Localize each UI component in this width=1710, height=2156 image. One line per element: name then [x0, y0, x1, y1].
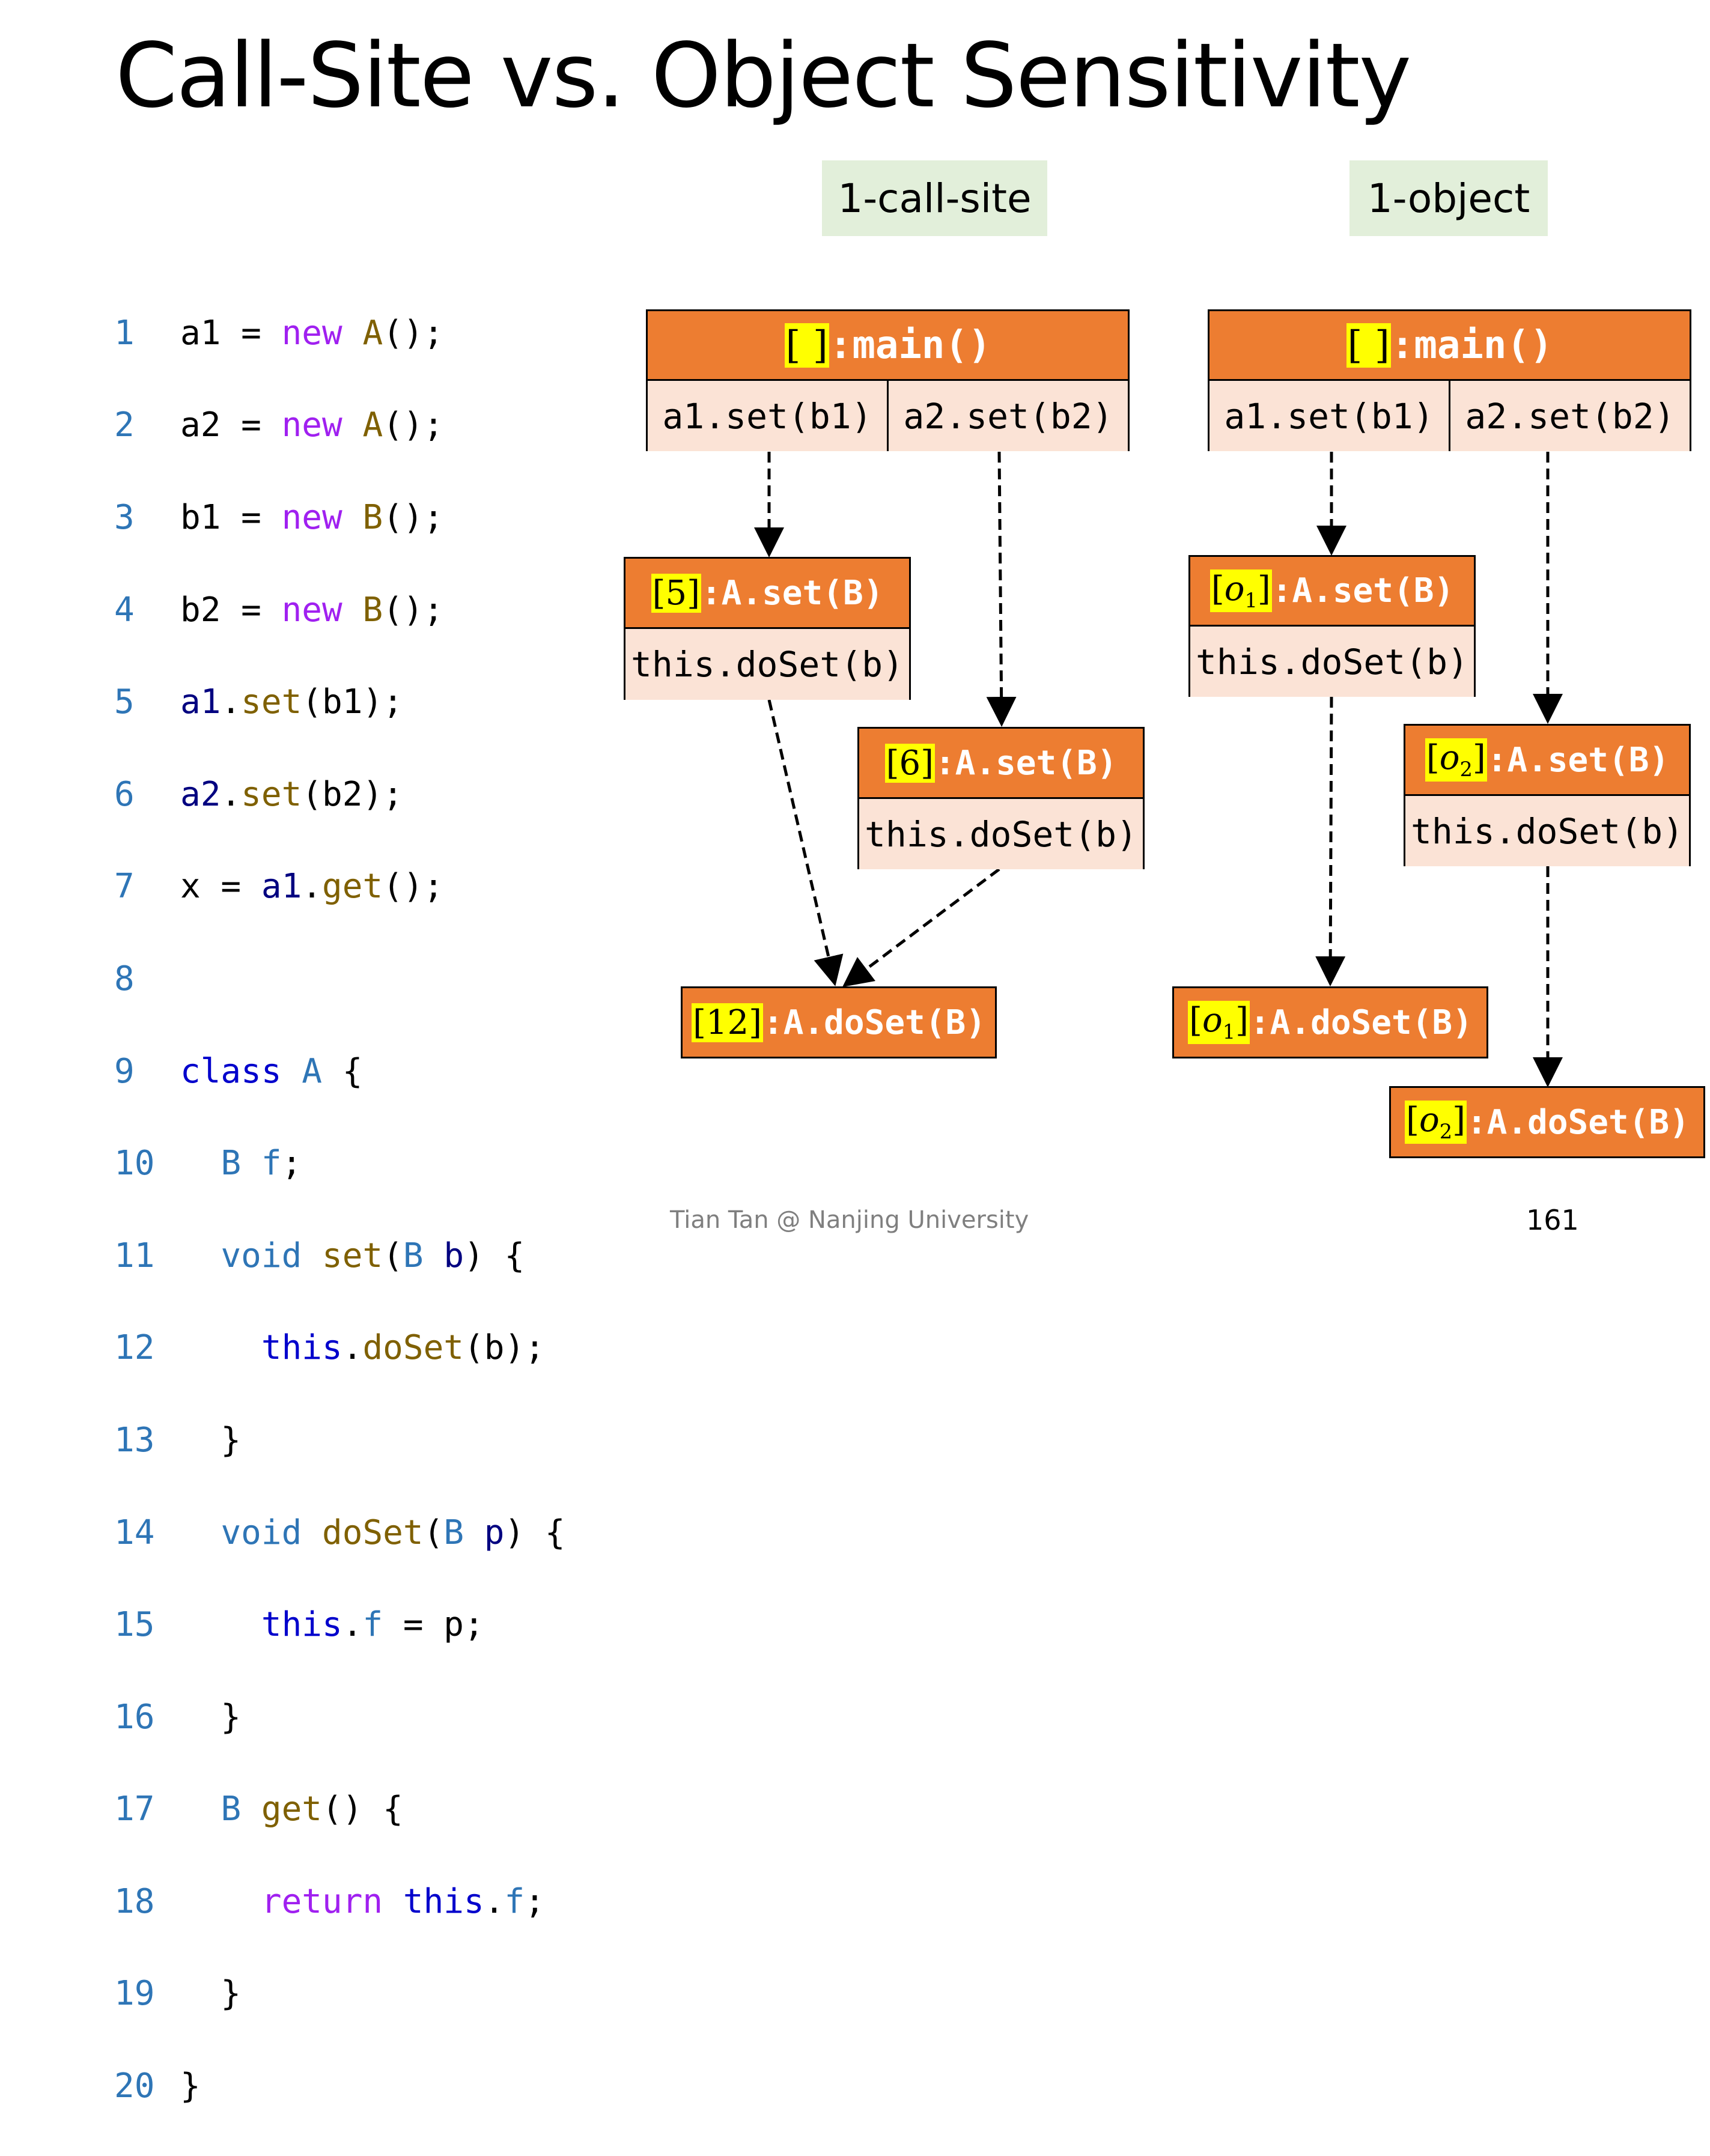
- line-number: 14: [114, 1513, 155, 1552]
- method-name: :A.doSet(B): [763, 1003, 986, 1042]
- method-name: :A.set(B): [934, 743, 1118, 783]
- page-number: 161: [1526, 1204, 1579, 1236]
- code-line-13: 13 }: [114, 1418, 565, 1464]
- code-line-12: 12 this.doSet(b);: [114, 1325, 565, 1371]
- line-number: 16: [114, 1697, 155, 1737]
- context-label: [12]: [692, 1003, 764, 1042]
- method-name: :A.doSet(B): [1466, 1102, 1690, 1142]
- context-label: [ ]: [784, 323, 829, 368]
- method-name: :A.set(B): [1271, 571, 1455, 610]
- line-number: 18: [114, 1881, 155, 1921]
- method-name: :main(): [829, 323, 991, 368]
- obj-doset-o2-node: [o2]:A.doSet(B): [1389, 1086, 1705, 1158]
- method-name: :A.set(B): [701, 573, 884, 613]
- context-label: [o2]: [1405, 1101, 1467, 1144]
- line-number: 15: [114, 1605, 155, 1645]
- call-cell: this.doSet(b): [1190, 625, 1474, 697]
- call-cell: a1.set(b1): [662, 395, 872, 437]
- line-number: 13: [114, 1420, 155, 1460]
- code-line-18: 18 return this.f;: [114, 1879, 565, 1925]
- code-line-20: 20}: [114, 2063, 565, 2110]
- line-number: 17: [114, 1790, 155, 1829]
- method-name: :A.set(B): [1486, 740, 1670, 780]
- line-number: 12: [114, 1328, 155, 1368]
- obj-set-o1-node: [o1]:A.set(B) this.doSet(b): [1188, 555, 1476, 697]
- obj-doset-o1-node: [o1]:A.doSet(B): [1172, 986, 1488, 1058]
- code-line-16: 16 }: [114, 1695, 565, 1741]
- code-line-14: 14 void doSet(B p) {: [114, 1510, 565, 1556]
- method-name: :A.doSet(B): [1249, 1003, 1473, 1042]
- call-cell: this.doSet(b): [859, 797, 1143, 869]
- edge-set6-to-doset12: [842, 868, 1000, 988]
- context-label: [6]: [884, 743, 935, 783]
- cs-doset12-node: [12]:A.doSet(B): [681, 986, 997, 1058]
- edge-main-to-set6: [986, 451, 1017, 727]
- cs-set5-node: [5]:A.set(B) this.doSet(b): [624, 557, 911, 700]
- call-cell: a1.set(b1): [1224, 395, 1434, 437]
- call-cell: a2.set(b2): [887, 381, 1128, 451]
- code-line-15: 15 this.f = p;: [114, 1602, 565, 1648]
- line-number: 19: [114, 1974, 155, 2014]
- method-name: :main(): [1390, 323, 1553, 368]
- context-label: [o1]: [1209, 569, 1272, 613]
- code-line-17: 17 B get() {: [114, 1787, 565, 1833]
- line-number: 20: [114, 2066, 155, 2106]
- obj-main-node: [ ]:main() a1.set(b1) a2.set(b2): [1208, 309, 1691, 451]
- cs-main-node: [ ]:main() a1.set(b1) a2.set(b2): [646, 309, 1130, 451]
- call-cell: a2.set(b2): [1449, 381, 1690, 451]
- call-cell: this.doSet(b): [1405, 794, 1689, 866]
- context-label: [o1]: [1188, 1001, 1250, 1044]
- edge-set-o1-to-doset-o1: [1315, 696, 1346, 986]
- code-line-19: 19 }: [114, 1971, 565, 2017]
- context-label: [5]: [651, 573, 701, 613]
- obj-set-o2-node: [o2]:A.set(B) this.doSet(b): [1404, 724, 1691, 866]
- cs-set6-node: [6]:A.set(B) this.doSet(b): [857, 727, 1145, 869]
- context-label: [ ]: [1346, 323, 1391, 368]
- call-cell: this.doSet(b): [625, 627, 909, 700]
- footer: Tian Tan @ Nanjing University: [670, 1206, 1029, 1234]
- edge-set5-to-doset12: [767, 699, 844, 986]
- context-label: [o2]: [1425, 738, 1487, 782]
